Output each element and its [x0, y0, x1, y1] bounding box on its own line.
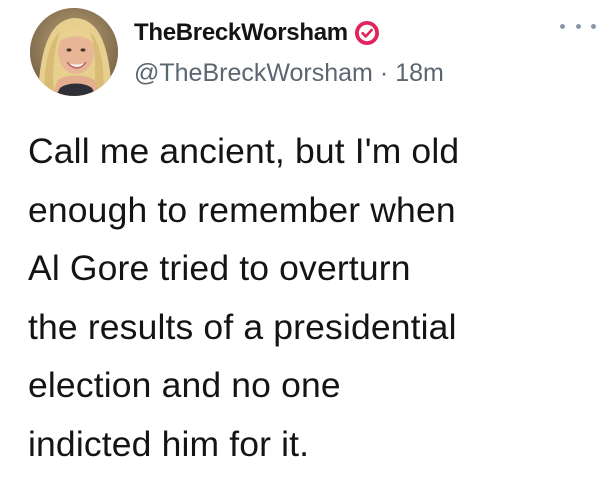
tweet-card[interactable]: TheBreckWorsham @TheBreckWorsham · 18m C… — [0, 0, 609, 490]
more-options-icon[interactable] — [560, 16, 596, 36]
timestamp[interactable]: 18m — [395, 59, 444, 88]
tweet-text-line: Al Gore tried to overturn — [28, 248, 411, 288]
author-name-row[interactable]: TheBreckWorsham — [134, 16, 380, 50]
tweet-text-line: Call me ancient, but I'm old — [28, 131, 460, 171]
meta-separator: · — [379, 58, 389, 87]
avatar[interactable] — [30, 8, 118, 96]
more-dot — [591, 23, 596, 29]
tweet-text-line: enough to remember when — [28, 189, 456, 230]
tweet-text-line: election and no one — [28, 365, 341, 405]
author-meta-row: @TheBreckWorsham · 18m — [134, 56, 444, 90]
display-name[interactable]: TheBreckWorsham — [134, 19, 348, 47]
tweet-text-line: indicted him for it. — [28, 423, 310, 464]
tweet-text-line: the results of a presidential — [28, 306, 457, 347]
more-dot — [560, 23, 565, 29]
tweet-text: Call me ancient, but I'm old enough to r… — [28, 122, 598, 473]
profile-photo-icon — [30, 8, 118, 96]
handle[interactable]: @TheBreckWorsham — [134, 59, 373, 88]
more-dot — [575, 23, 581, 29]
verified-badge-icon — [354, 20, 380, 46]
